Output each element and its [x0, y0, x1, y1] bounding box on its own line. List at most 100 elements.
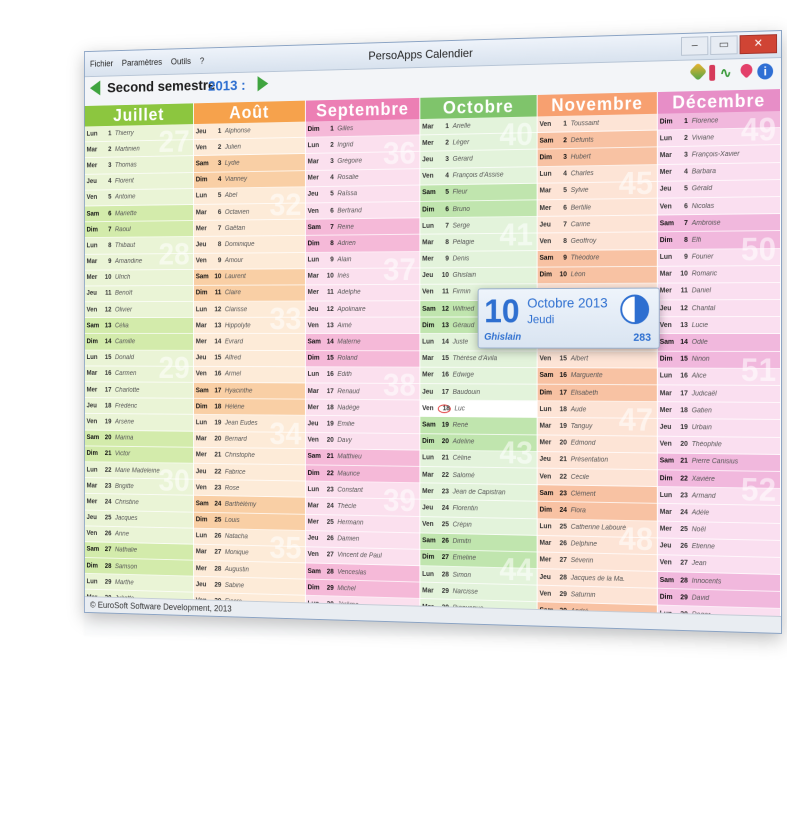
- day-row[interactable]: Sam 3 Lydie: [194, 154, 305, 173]
- month-header[interactable]: Juillet: [84, 103, 194, 127]
- day-row[interactable]: Mer 17 Charlotte: [84, 382, 194, 399]
- day-row[interactable]: Ven 13 Aimé: [305, 317, 420, 335]
- day-row[interactable]: Mer 16 Edwige: [420, 367, 537, 385]
- day-row[interactable]: Mar 10 Romaric: [657, 265, 781, 284]
- day-row[interactable]: Lun 12 Clarisse: [194, 301, 305, 319]
- day-row[interactable]: Lun 16 Edith: [305, 367, 420, 385]
- day-row[interactable]: Sam 13 Célia: [84, 318, 194, 335]
- day-row[interactable]: Sam 7 Ambroise: [657, 214, 781, 233]
- day-row[interactable]: Jeu 11 Benoît: [84, 285, 194, 303]
- day-row[interactable]: Sam 23 Clément: [537, 485, 657, 505]
- day-row[interactable]: Mer 21 Christophe: [194, 447, 305, 466]
- minimize-button[interactable]: –: [681, 36, 709, 56]
- heart-icon[interactable]: [738, 61, 755, 79]
- day-row[interactable]: Dim 14 Camille: [84, 334, 194, 351]
- day-row[interactable]: Ven 18 Luc: [420, 400, 537, 419]
- day-row[interactable]: Mar 5 Sylvie: [537, 181, 657, 201]
- day-row[interactable]: Lun 9 Fourier: [657, 248, 781, 267]
- day-row[interactable]: Mer 14 Evrard: [194, 334, 305, 351]
- pen-icon[interactable]: [709, 64, 716, 81]
- day-row[interactable]: Jeu 10 Ghislain: [420, 267, 537, 285]
- day-row[interactable]: Ven 6 Bertrand: [305, 201, 420, 220]
- day-row[interactable]: Lun 16 Alice: [657, 368, 781, 386]
- next-semester-arrow-icon[interactable]: [257, 75, 269, 92]
- maximize-button[interactable]: ▭: [710, 35, 738, 56]
- day-row[interactable]: Ven 20 Davy: [305, 432, 420, 451]
- info-icon[interactable]: i: [757, 63, 774, 80]
- day-row[interactable]: Sam 9 Théodore: [537, 249, 657, 268]
- month-header[interactable]: Août: [194, 100, 305, 125]
- day-row[interactable]: Sam 10 Laurent: [194, 268, 305, 286]
- day-row[interactable]: Dim 11 Claire: [194, 285, 305, 302]
- day-row[interactable]: Mar 19 Tanguy: [537, 418, 657, 437]
- day-row[interactable]: Jeu 7 Carine: [537, 215, 657, 234]
- day-row[interactable]: Mer 18 Nadège: [305, 399, 420, 418]
- day-row[interactable]: Mer 10 Ulrich: [84, 269, 194, 287]
- day-row[interactable]: Sam 7 Reine: [305, 218, 420, 237]
- day-row[interactable]: Jeu 15 Alfred: [194, 350, 305, 368]
- day-row[interactable]: Jeu 5 Raïssa: [305, 185, 420, 204]
- day-row[interactable]: Dim 6 Bruno: [420, 200, 537, 219]
- previous-semester-arrow-icon[interactable]: [89, 80, 101, 96]
- day-row[interactable]: Mar 15 Thérèse d'Avila: [420, 350, 537, 368]
- day-row[interactable]: Dim 7 Raoul: [84, 221, 194, 239]
- day-row[interactable]: Sam 14 Odile: [657, 334, 781, 352]
- day-row[interactable]: Mar 3 François-Xavier: [657, 145, 781, 165]
- day-row[interactable]: Sam 6 Mariette: [84, 204, 194, 223]
- day-row[interactable]: Jeu 12 Chantal: [657, 300, 781, 318]
- day-row[interactable]: Lun 9 Alain: [305, 251, 420, 269]
- month-header[interactable]: Novembre: [537, 92, 657, 117]
- day-row[interactable]: Ven 16 Armel: [194, 366, 305, 384]
- month-header[interactable]: Décembre: [657, 89, 781, 114]
- colors-icon[interactable]: [689, 62, 708, 81]
- day-row[interactable]: Mer 23 Jean de Capistran: [420, 483, 537, 503]
- day-row[interactable]: Sam 5 Fleur: [420, 183, 537, 202]
- day-row[interactable]: Mar 10 Inès: [305, 268, 420, 286]
- day-row[interactable]: Lun 5 Abel: [194, 187, 305, 205]
- day-row[interactable]: Mer 4 Barbara: [657, 162, 781, 182]
- day-row[interactable]: Jeu 3 Gérard: [420, 149, 537, 169]
- day-row[interactable]: Sam 20 Marina: [84, 430, 194, 448]
- day-row[interactable]: Mer 7 Gaëtan: [194, 219, 305, 238]
- day-row[interactable]: Sam 21 Matthieu: [305, 448, 420, 467]
- day-row[interactable]: Dim 22 Maurice: [305, 465, 420, 484]
- day-row[interactable]: Mer 6 Bertille: [537, 198, 657, 218]
- day-row[interactable]: Lun 18 Aude: [537, 401, 657, 420]
- day-row[interactable]: Mer 18 Gatien: [657, 402, 781, 421]
- day-row[interactable]: Dim 8 Elfi: [657, 231, 781, 250]
- day-row[interactable]: Ven 12 Olivier: [84, 301, 194, 319]
- day-row[interactable]: Ven 23 Rose: [194, 479, 305, 498]
- day-row[interactable]: Lun 23 Armand: [657, 487, 781, 507]
- day-row[interactable]: Ven 5 Antoine: [84, 188, 194, 207]
- day-row[interactable]: Lun 8 Thibaut: [84, 237, 194, 255]
- day-row[interactable]: Mar 20 Bernard: [194, 431, 305, 449]
- day-row[interactable]: Dim 3 Hubert: [537, 147, 657, 167]
- day-row[interactable]: Mer 20 Edmond: [537, 434, 657, 454]
- day-row[interactable]: Dim 4 Vianney: [194, 170, 305, 189]
- day-row[interactable]: Dim 17 Elisabeth: [537, 384, 657, 403]
- day-row[interactable]: Jeu 22 Fabrice: [194, 463, 305, 482]
- day-row[interactable]: Ven 8 Geoffroy: [537, 232, 657, 251]
- day-row[interactable]: Sam 16 Marguerite: [537, 367, 657, 386]
- day-row[interactable]: Jeu 8 Dominique: [194, 236, 305, 254]
- day-row[interactable]: Mar 22 Salomé: [420, 466, 537, 486]
- day-row[interactable]: Ven 6 Nicolas: [657, 196, 781, 216]
- chart-icon[interactable]: ∿: [720, 64, 736, 80]
- close-button[interactable]: ✕: [739, 34, 778, 55]
- day-row[interactable]: Lun 21 Céline: [420, 450, 537, 469]
- day-row[interactable]: Lun 23 Constant: [305, 481, 420, 500]
- day-row[interactable]: Jeu 19 Urbain: [657, 419, 781, 438]
- day-row[interactable]: Mar 17 Judicaël: [657, 385, 781, 404]
- day-row[interactable]: Mer 4 Rosalie: [305, 168, 420, 188]
- day-row[interactable]: Mar 16 Carmen: [84, 366, 194, 383]
- day-row[interactable]: Sam 21 Pierre Canisius: [657, 453, 781, 472]
- day-row[interactable]: Jeu 21 Présentation: [537, 451, 657, 471]
- day-row[interactable]: Mer 3 Thomas: [84, 156, 194, 175]
- day-row[interactable]: Dim 21 Victor: [84, 446, 194, 464]
- day-row[interactable]: Jeu 18 Frédéric: [84, 398, 194, 416]
- day-row[interactable]: Dim 15 Roland: [305, 350, 420, 368]
- day-row[interactable]: Ven 19 Arsène: [84, 414, 194, 432]
- day-row[interactable]: Sam 19 René: [420, 417, 537, 435]
- month-header[interactable]: Octobre: [420, 94, 537, 120]
- day-row[interactable]: Lun 4 Charles: [537, 164, 657, 184]
